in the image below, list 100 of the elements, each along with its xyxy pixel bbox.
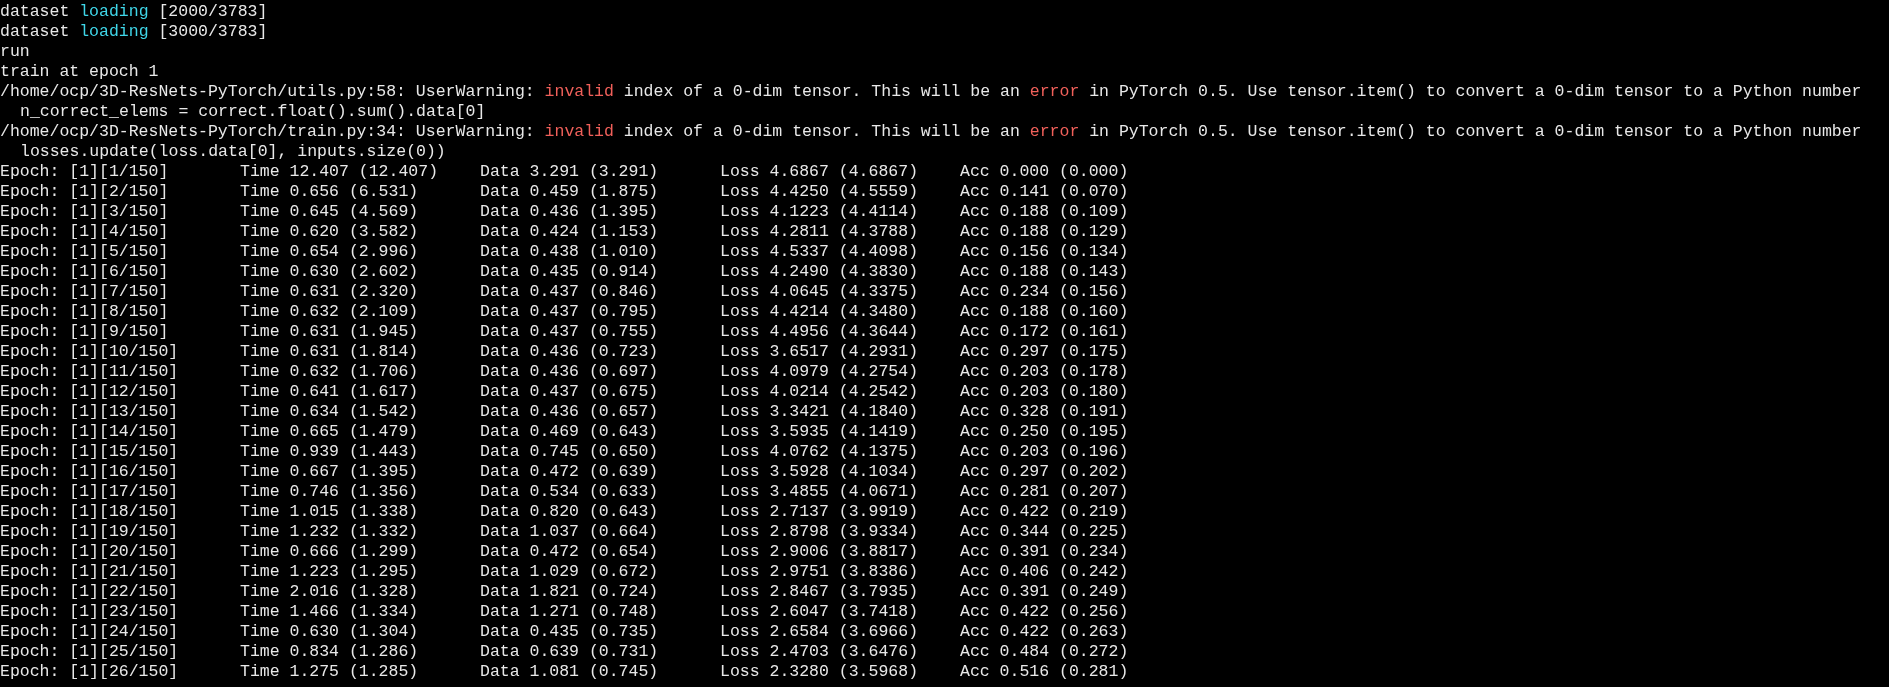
log-cell: Data 0.438 (1.010) — [480, 242, 659, 261]
log-cell: Data 3.291 (3.291) — [480, 162, 659, 181]
log-cell: Time 12.407 (12.407) — [240, 162, 439, 181]
log-cell: Loss 4.0645 (4.3375) — [720, 282, 919, 301]
log-cell: Acc 0.188 (0.129) — [960, 222, 1129, 241]
log-cell: Epoch: [1][18/150] — [0, 502, 179, 521]
log-cell: Time 0.665 (1.479) — [240, 422, 419, 441]
log-cell: Acc 0.234 (0.156) — [960, 282, 1129, 301]
log-cell: Time 0.630 (2.602) — [240, 262, 419, 281]
log-cell: Time 1.223 (1.295) — [240, 562, 419, 581]
log-cell: Loss 4.4250 (4.5559) — [720, 182, 919, 201]
log-cell: Epoch: [1][10/150] — [0, 342, 179, 361]
log-cell: Time 0.746 (1.356) — [240, 482, 419, 501]
log-cell: Acc 0.422 (0.219) — [960, 502, 1129, 521]
log-cell: Epoch: [1][9/150] — [0, 322, 169, 341]
log-cell: Acc 0.422 (0.263) — [960, 622, 1129, 641]
log-cell: Loss 2.4703 (3.6476) — [720, 642, 919, 661]
log-cell: Loss 2.8467 (3.7935) — [720, 582, 919, 601]
log-cell: Loss 2.8798 (3.9334) — [720, 522, 919, 541]
log-cell: Loss 4.4956 (4.3644) — [720, 322, 919, 341]
log-cell: Data 0.436 (0.657) — [480, 402, 659, 421]
log-cell: Data 0.435 (0.735) — [480, 622, 659, 641]
log-cell: Epoch: [1][3/150] — [0, 202, 169, 221]
log-cell: Time 0.834 (1.286) — [240, 642, 419, 661]
log-cell: Time 0.634 (1.542) — [240, 402, 419, 421]
log-cell: Data 1.029 (0.672) — [480, 562, 659, 581]
log-cell: Data 0.745 (0.650) — [480, 442, 659, 461]
log-cell: Data 0.424 (1.153) — [480, 222, 659, 241]
log-cell: Data 0.459 (1.875) — [480, 182, 659, 201]
log-cell: Epoch: [1][4/150] — [0, 222, 169, 241]
log-cell: Time 0.631 (2.320) — [240, 282, 419, 301]
log-cell: Loss 4.0762 (4.1375) — [720, 442, 919, 461]
log-cell: Data 1.081 (0.745) — [480, 662, 659, 681]
log-cell: Acc 0.328 (0.191) — [960, 402, 1129, 421]
log-cell: Acc 0.203 (0.196) — [960, 442, 1129, 461]
log-cell: Time 0.632 (2.109) — [240, 302, 419, 321]
log-cell: Time 2.016 (1.328) — [240, 582, 419, 601]
log-cell: Epoch: [1][11/150] — [0, 362, 179, 381]
log-cell: Data 0.436 (1.395) — [480, 202, 659, 221]
log-cell: Epoch: [1][25/150] — [0, 642, 179, 661]
log-cell: Acc 0.188 (0.109) — [960, 202, 1129, 221]
log-cell: Acc 0.297 (0.202) — [960, 462, 1129, 481]
log-cell: Data 0.820 (0.643) — [480, 502, 659, 521]
log-cell: Acc 0.141 (0.070) — [960, 182, 1129, 201]
log-cell: Time 1.466 (1.334) — [240, 602, 419, 621]
log-cell: Acc 0.281 (0.207) — [960, 482, 1129, 501]
log-cell: Acc 0.188 (0.143) — [960, 262, 1129, 281]
log-cell: Acc 0.406 (0.242) — [960, 562, 1129, 581]
log-cell: Data 1.821 (0.724) — [480, 582, 659, 601]
log-cell: Time 0.630 (1.304) — [240, 622, 419, 641]
log-cell: Epoch: [1][6/150] — [0, 262, 169, 281]
log-cell: Acc 0.188 (0.160) — [960, 302, 1129, 321]
log-cell: Time 0.656 (6.531) — [240, 182, 419, 201]
log-cell: Epoch: [1][12/150] — [0, 382, 179, 401]
log-cell: Time 0.645 (4.569) — [240, 202, 419, 221]
log-cell: Data 0.472 (0.654) — [480, 542, 659, 561]
log-line: n_correct_elems = correct.float().sum().data[0] — [20, 102, 486, 121]
log-cell: Loss 3.4855 (4.0671) — [720, 482, 919, 501]
log-cell: Loss 2.9751 (3.8386) — [720, 562, 919, 581]
log-cell: Loss 4.0979 (4.2754) — [720, 362, 919, 381]
log-cell: Loss 3.5935 (4.1419) — [720, 422, 919, 441]
log-cell: Loss 4.2811 (4.3788) — [720, 222, 919, 241]
log-cell: Epoch: [1][5/150] — [0, 242, 169, 261]
log-cell: Time 1.015 (1.338) — [240, 502, 419, 521]
log-cell: Acc 0.344 (0.225) — [960, 522, 1129, 541]
log-line: /home/ocp/3D-ResNets-PyTorch/utils.py:58: UserWarning: invalid index of a 0-dim tensor. This will be an error in PyTorch 0.5. Use tensor.item() to convert a 0-dim tensor to a Python number — [0, 82, 1862, 101]
log-cell: Loss 3.6517 (4.2931) — [720, 342, 919, 361]
log-line: /home/ocp/3D-ResNets-PyTorch/train.py:34: UserWarning: invalid index of a 0-dim tensor. This will be an error in PyTorch 0.5. Use tensor.item() to convert a 0-dim tensor to a Python number — [0, 122, 1862, 141]
log-cell: Loss 2.7137 (3.9919) — [720, 502, 919, 521]
log-cell: Acc 0.000 (0.000) — [960, 162, 1129, 181]
log-cell: Epoch: [1][1/150] — [0, 162, 169, 181]
log-cell: Acc 0.156 (0.134) — [960, 242, 1129, 261]
log-cell: Time 1.232 (1.332) — [240, 522, 419, 541]
log-cell: Epoch: [1][24/150] — [0, 622, 179, 641]
log-cell: Acc 0.391 (0.234) — [960, 542, 1129, 561]
log-cell: Loss 4.4214 (4.3480) — [720, 302, 919, 321]
log-cell: Data 0.469 (0.643) — [480, 422, 659, 441]
log-cell: Epoch: [1][8/150] — [0, 302, 169, 321]
log-cell: Time 0.632 (1.706) — [240, 362, 419, 381]
log-cell: Time 0.666 (1.299) — [240, 542, 419, 561]
log-cell: Epoch: [1][26/150] — [0, 662, 179, 681]
log-line: run — [0, 42, 30, 61]
log-cell: Loss 3.3421 (4.1840) — [720, 402, 919, 421]
log-cell: Loss 2.9006 (3.8817) — [720, 542, 919, 561]
log-cell: Time 0.620 (3.582) — [240, 222, 419, 241]
log-cell: Data 0.435 (0.914) — [480, 262, 659, 281]
log-cell: Loss 4.5337 (4.4098) — [720, 242, 919, 261]
log-cell: Loss 4.6867 (4.6867) — [720, 162, 919, 181]
log-cell: Epoch: [1][15/150] — [0, 442, 179, 461]
log-cell: Acc 0.516 (0.281) — [960, 662, 1129, 681]
log-cell: Data 0.437 (0.846) — [480, 282, 659, 301]
log-cell: Loss 2.6584 (3.6966) — [720, 622, 919, 641]
log-cell: Data 0.437 (0.795) — [480, 302, 659, 321]
log-cell: Epoch: [1][16/150] — [0, 462, 179, 481]
log-cell: Time 0.631 (1.945) — [240, 322, 419, 341]
log-cell: Loss 4.0214 (4.2542) — [720, 382, 919, 401]
log-cell: Data 1.271 (0.748) — [480, 602, 659, 621]
log-cell: Time 1.275 (1.285) — [240, 662, 419, 681]
log-cell: Loss 2.6047 (3.7418) — [720, 602, 919, 621]
log-cell: Loss 3.5928 (4.1034) — [720, 462, 919, 481]
